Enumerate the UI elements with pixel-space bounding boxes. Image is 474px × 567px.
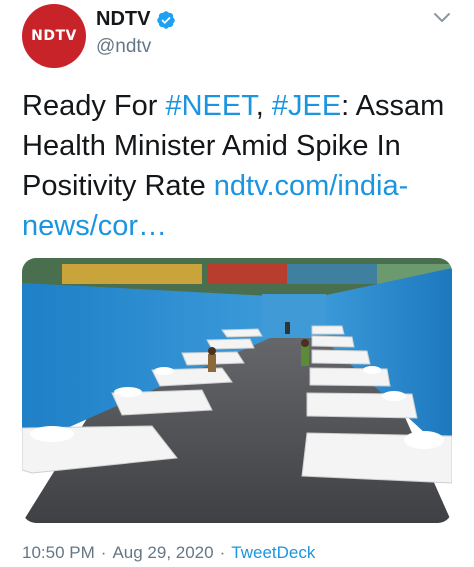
chevron-down-icon[interactable] — [432, 8, 452, 28]
tweet-source-link[interactable]: TweetDeck — [231, 543, 315, 563]
display-name-text[interactable]: NDTV — [96, 8, 150, 31]
hashtag-neet-link[interactable]: #NEET — [165, 90, 255, 122]
tweet-text: Ready For #NEET, #JEE: Assam Health Mini… — [22, 86, 462, 246]
tweet-meta: 10:50 PM · Aug 29, 2020 · TweetDeck — [22, 543, 315, 563]
tweet-time[interactable]: 10:50 PM — [22, 543, 95, 563]
hashtag-jee-link[interactable]: #JEE — [272, 90, 341, 122]
avatar-logo-text: NDTV — [31, 28, 77, 44]
tweet-comma: , — [255, 90, 272, 122]
verified-badge-icon — [157, 10, 176, 29]
meta-separator-2: · — [219, 543, 226, 562]
handle[interactable]: @ndtv — [96, 36, 151, 58]
tweet-date[interactable]: Aug 29, 2020 — [112, 543, 213, 563]
avatar[interactable]: NDTV — [22, 4, 86, 68]
tweet-photo[interactable] — [22, 258, 452, 523]
meta-separator-1: · — [100, 543, 107, 562]
display-name[interactable]: NDTV — [96, 8, 176, 31]
tweet-text-start: Ready For — [22, 90, 166, 122]
tweet-header: NDTV NDTV @ndtv — [0, 0, 474, 80]
photo-beds-in-hall — [22, 258, 452, 523]
